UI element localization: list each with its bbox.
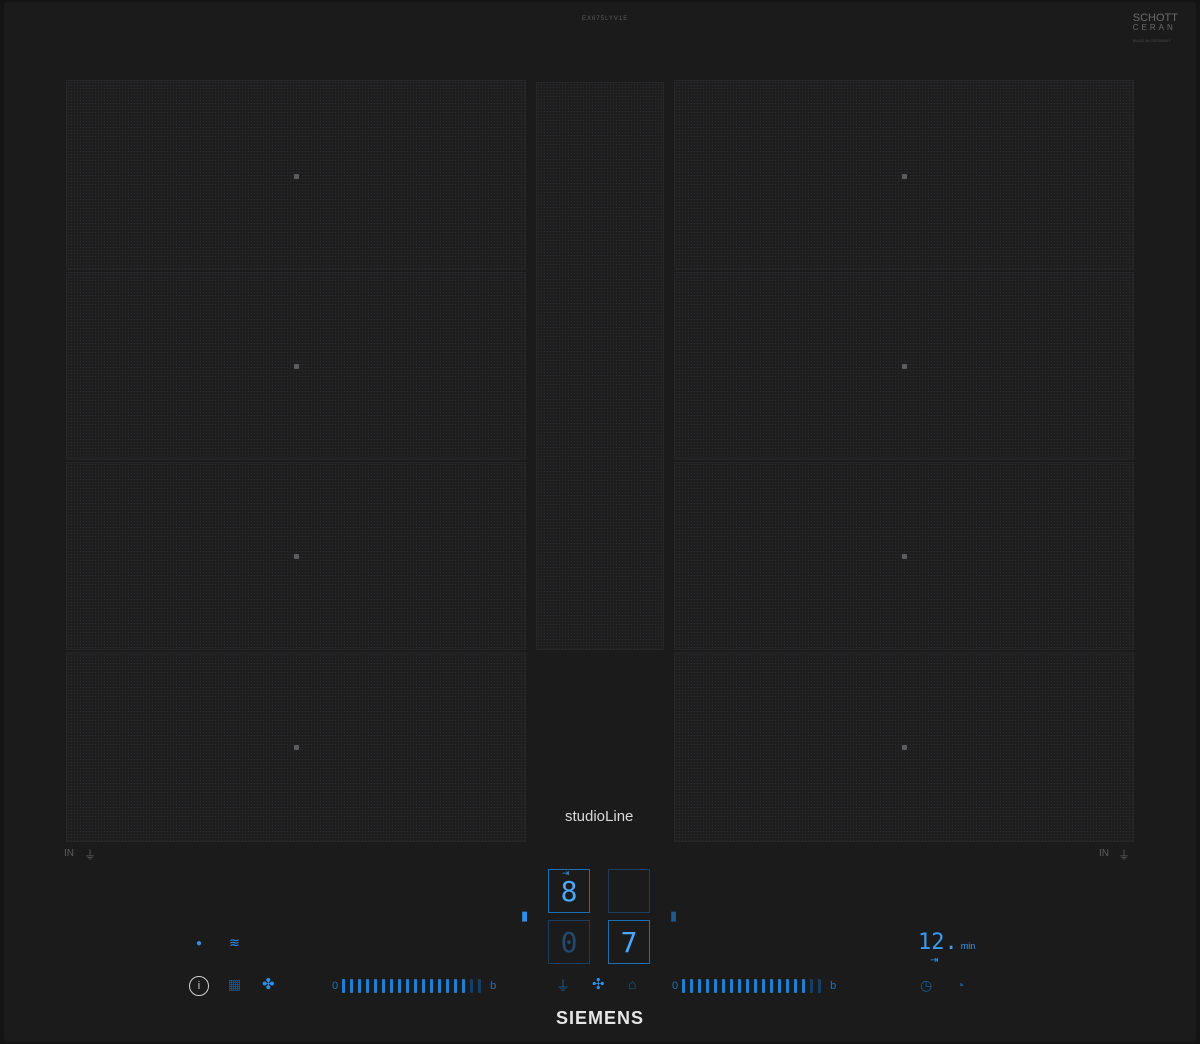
cooking-zone-left-2[interactable] [66,272,526,460]
brand-logo: SIEMENS [555,1008,645,1028]
pan-icon-left: ⏚ [84,848,97,862]
glass-brand-line2: CERAN [1132,23,1176,32]
hood-icon[interactable]: ✣ [592,975,605,993]
cooking-zone-left-4[interactable] [66,652,526,842]
cooking-zone-right-3[interactable] [674,462,1134,650]
power-slider-right[interactable]: 0 b [668,978,840,994]
zone-display-right-top[interactable] [608,869,650,913]
zone-display-left-top[interactable]: 8 [548,869,590,913]
zone-mode-right: IN [1099,848,1109,859]
lock-icon[interactable]: ▦ [228,976,241,993]
zone-mode-left: IN [64,848,74,859]
glass-brand-logo: SCHOTT CERAN MADE IN GERMANY [1132,12,1178,45]
wifi-icon: ≋ [229,935,240,950]
timer-unit: min [960,941,976,951]
cooking-zone-right-1[interactable] [674,80,1134,270]
timer-display: 12. min [918,930,975,955]
cooking-zone-center[interactable] [536,82,664,650]
pan-icon-right: ⏚ [1118,848,1131,862]
slider-right-start: 0 [672,980,679,992]
series-label: studioLine [565,808,634,825]
pan-sensor-icon[interactable]: ⏚ [556,976,570,996]
zone-display-right-bottom[interactable]: 7 [608,920,650,964]
slider-left-end: b [490,980,497,992]
model-code: EX675LYV1E [582,16,629,22]
zone-display-left-bottom[interactable]: 0 [548,920,590,964]
zone-select-left-icon[interactable]: ▮ [521,908,528,924]
slider-left-start: 0 [332,980,339,992]
cooking-zone-right-4[interactable] [674,652,1134,842]
fan-icon[interactable]: ✤ [262,975,275,993]
cooking-zone-left-1[interactable] [66,80,526,270]
power-slider-left[interactable]: 0 b [328,978,500,994]
glass-brand-line3: MADE IN GERMANY [1132,38,1171,43]
power-button[interactable]: i [189,976,209,996]
clock-icon[interactable]: ◷ [920,977,932,994]
slider-right-end: b [830,980,837,992]
glass-brand-line1: SCHOTT [1132,12,1178,24]
stopwatch-icon[interactable]: ◔ [956,977,964,993]
indicator-dot-icon: ● [196,938,203,949]
cooking-zone-right-2[interactable] [674,272,1134,460]
zone-select-right-icon[interactable]: ▮ [670,908,677,924]
cooking-zone-left-3[interactable] [66,462,526,650]
keep-warm-icon[interactable]: ⌂ [628,976,636,992]
timer-link-icon: ⇥ [930,955,939,966]
timer-value: 12. [918,930,958,955]
